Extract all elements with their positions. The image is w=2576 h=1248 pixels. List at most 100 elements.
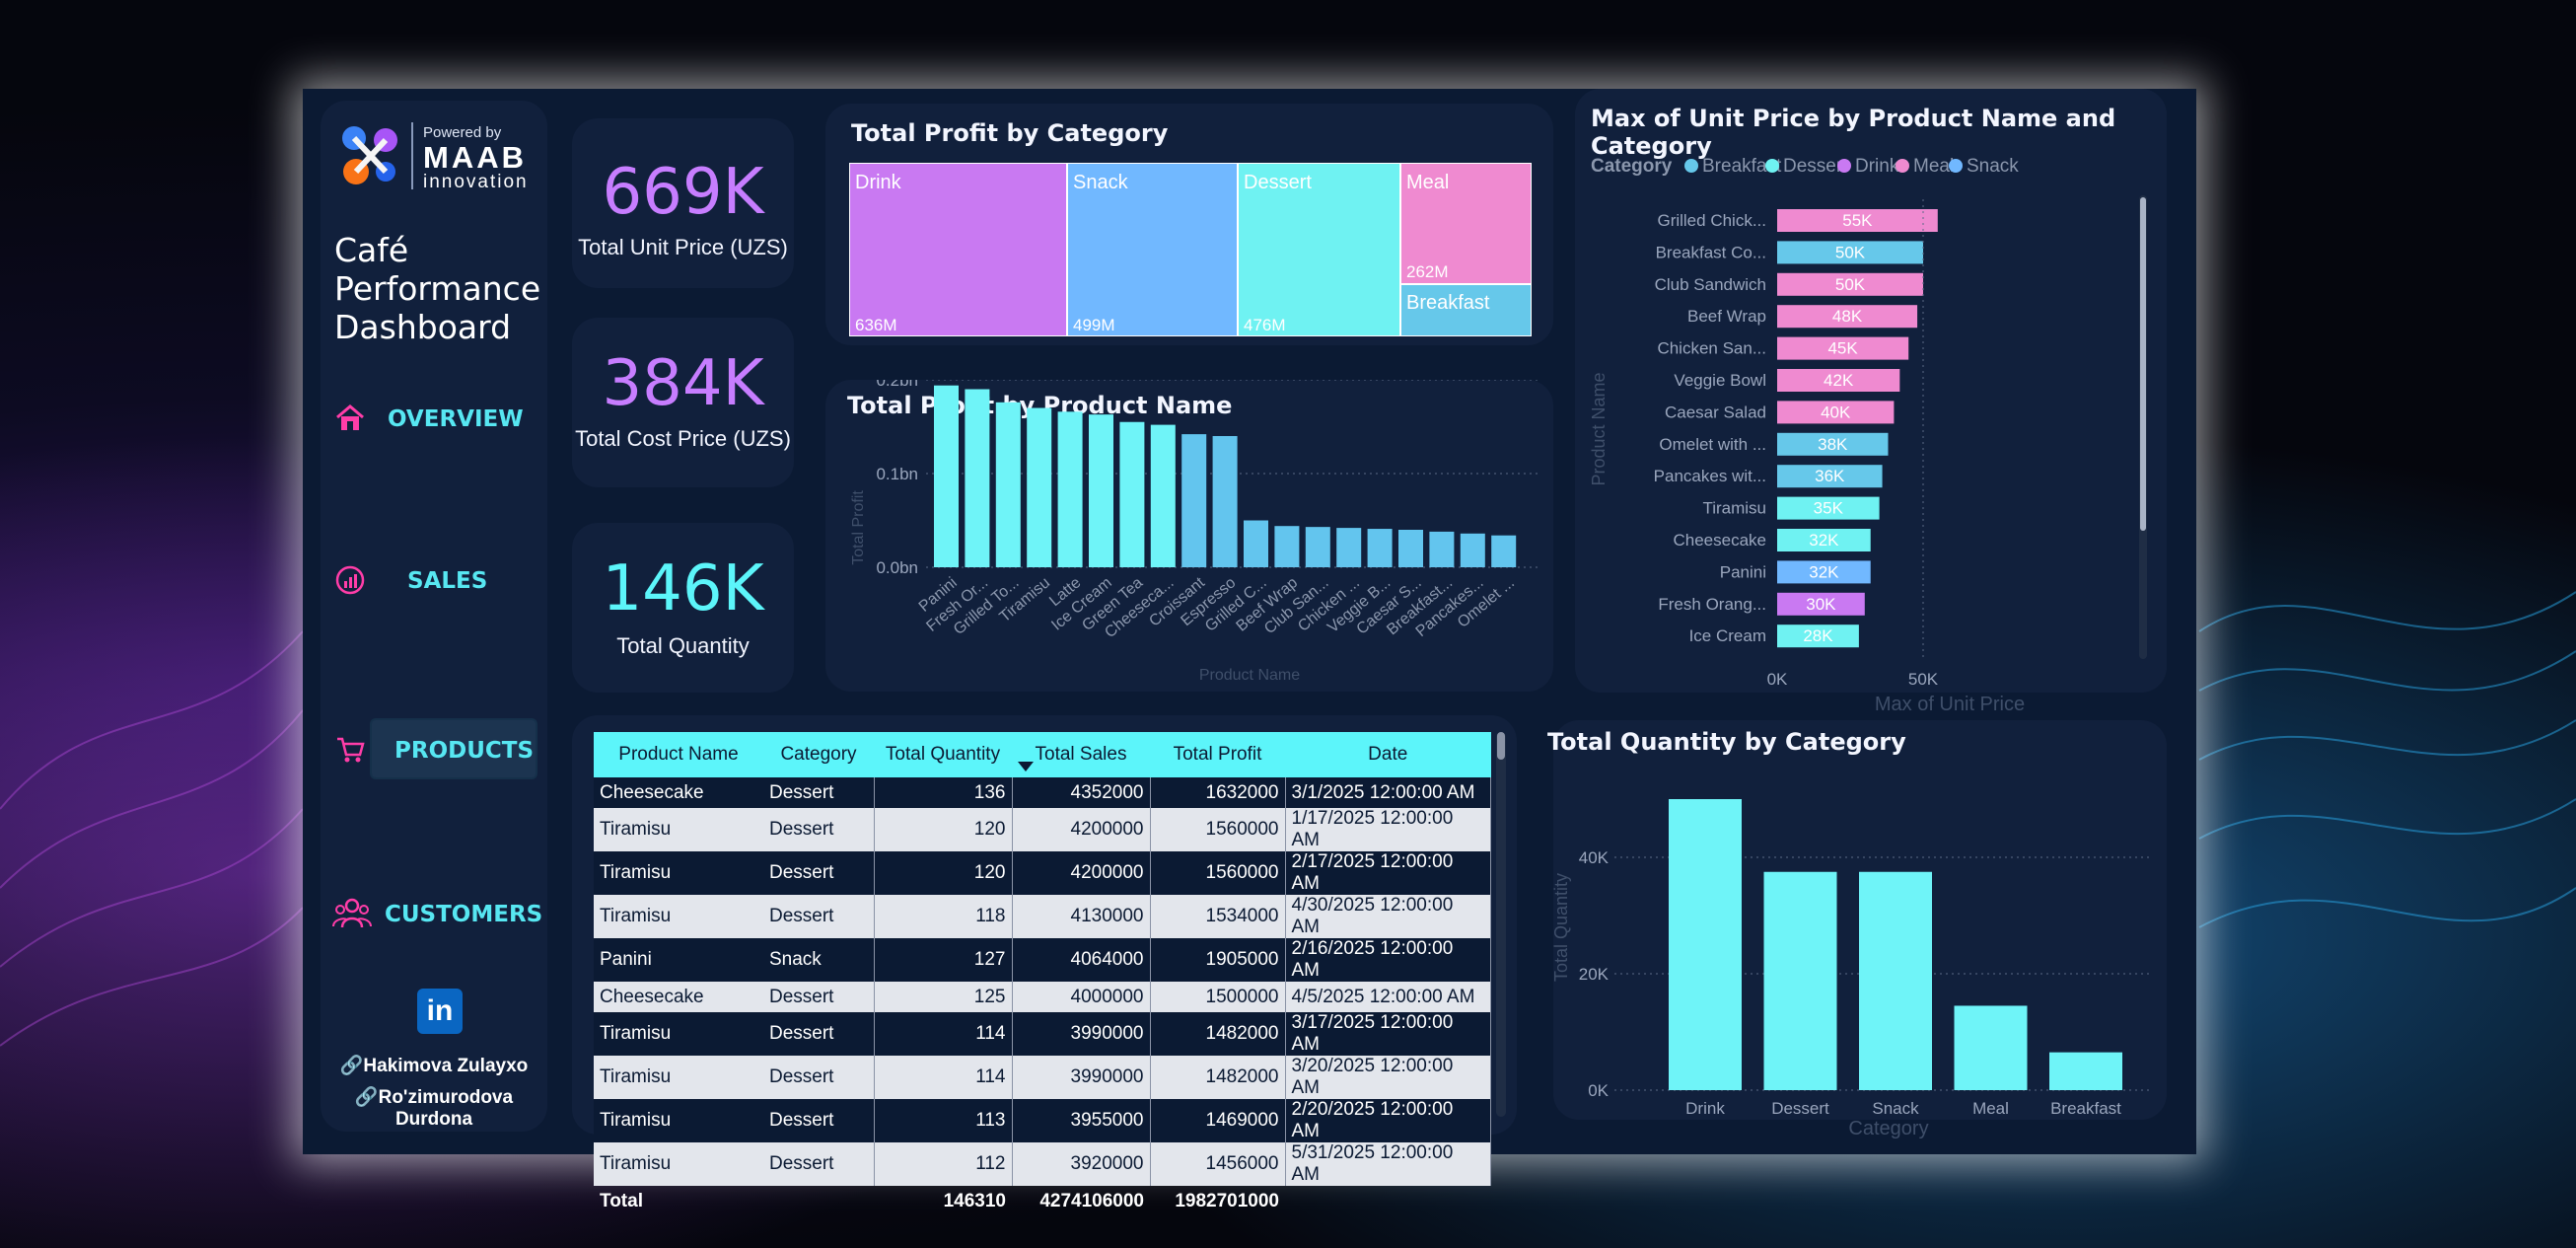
legend-item[interactable]: Meal: [1913, 156, 1954, 177]
cart-icon: [337, 737, 365, 763]
author-link[interactable]: 🔗Hakimova Zulayxo: [321, 1054, 547, 1077]
treemap-tile-dessert[interactable]: Dessert 476M: [1237, 163, 1401, 336]
data-label: 35K: [1814, 499, 1844, 518]
data-label: 38K: [1818, 435, 1848, 454]
table-cell: 1482000: [1150, 1056, 1286, 1099]
kpi-value: 146K: [602, 552, 764, 625]
bar[interactable]: [1305, 527, 1330, 567]
bar[interactable]: [1027, 407, 1052, 568]
chart-scrollbar-thumb[interactable]: [2140, 197, 2146, 531]
x-axis-label: Max of Unit Price: [1875, 694, 2025, 715]
table-cell: 1500000: [1150, 982, 1286, 1012]
table-cell: 2/20/2025 12:00:00 AM: [1285, 1099, 1491, 1142]
bar[interactable]: [1398, 530, 1423, 567]
table-cell: 3/1/2025 12:00:00 AM: [1285, 777, 1491, 808]
bar[interactable]: [1367, 529, 1393, 567]
table-row[interactable]: Tiramisu Dessert 112 3920000 1456000 5/31/202…: [594, 1142, 1491, 1186]
y-tick-label: 0K: [1588, 1081, 1609, 1100]
treemap-tile-breakfast[interactable]: Breakfast: [1399, 283, 1532, 336]
total-cell: [763, 1186, 874, 1216]
bar[interactable]: [1954, 1005, 2028, 1090]
table-row[interactable]: Tiramisu Dessert 118 4130000 1534000 4/30/202…: [594, 895, 1491, 938]
table-row[interactable]: Tiramisu Dessert 113 3955000 1469000 2/20/202…: [594, 1099, 1491, 1142]
table-cell: Tiramisu: [594, 1142, 763, 1186]
table-cell: Tiramisu: [594, 1099, 763, 1142]
bar[interactable]: [2049, 1052, 2122, 1090]
table-scrollbar[interactable]: [1496, 732, 1506, 1117]
data-label: 40K: [1821, 403, 1851, 421]
bar[interactable]: [965, 389, 990, 568]
treemap-tile-drink[interactable]: Drink 636M: [849, 163, 1068, 336]
table-cell: 4130000: [1012, 895, 1151, 938]
table-cell: 118: [874, 895, 1013, 938]
treemap-tile-snack[interactable]: Snack 499M: [1066, 163, 1239, 336]
bar[interactable]: [995, 402, 1021, 567]
kpi-label: Total Unit Price (UZS): [578, 235, 788, 259]
y-tick-label: Veggie Bowl: [1674, 371, 1766, 390]
bar[interactable]: [1491, 535, 1517, 567]
scrollbar-thumb[interactable]: [1497, 732, 1505, 760]
table-cell: 1905000: [1150, 938, 1286, 982]
nav-overview[interactable]: OVERVIEW: [321, 397, 547, 442]
table-cell: 125: [874, 982, 1013, 1012]
table-cell: 1456000: [1150, 1142, 1286, 1186]
table-cell: Panini: [594, 938, 763, 982]
bar[interactable]: [1181, 434, 1207, 567]
treemap-tile-meal[interactable]: Meal 262M: [1399, 163, 1532, 285]
table-row[interactable]: Tiramisu Dessert 120 4200000 1560000 1/17/202…: [594, 808, 1491, 851]
table-row[interactable]: Cheesecake Dessert 125 4000000 1500000 4/5/20…: [594, 982, 1491, 1012]
table-row[interactable]: Tiramisu Dessert 120 4200000 1560000 2/17/202…: [594, 851, 1491, 895]
legend-item[interactable]: Snack: [1967, 156, 2019, 177]
table-row[interactable]: Tiramisu Dessert 114 3990000 1482000 3/20/202…: [594, 1056, 1491, 1099]
bar[interactable]: [1089, 414, 1113, 567]
table-cell: 120: [874, 851, 1013, 895]
tile-label: Meal: [1406, 172, 1449, 193]
profit-by-product-chart: 0.2bn0.1bn0.0bnPaniniFresh Or...Grilled …: [850, 380, 1538, 684]
table-row[interactable]: Cheesecake Dessert 136 4352000 1632000 3/1/20…: [594, 777, 1491, 808]
data-label: 36K: [1815, 467, 1845, 485]
kpi-card-unit-price: 669K Total Unit Price (UZS): [572, 118, 794, 288]
table-cell: 3955000: [1012, 1099, 1151, 1142]
legend-item[interactable]: Drink: [1855, 156, 1899, 177]
bar[interactable]: [1336, 528, 1362, 567]
bar[interactable]: [1119, 421, 1145, 567]
treemap-panel: Total Profit by Category Drink 636M Snac…: [825, 104, 1553, 345]
y-tick-label: Tiramisu: [1702, 499, 1766, 518]
table-row[interactable]: Panini Snack 127 4064000 1905000 2/16/2025 12…: [594, 938, 1491, 982]
author-link[interactable]: 🔗Ro'zimurodova Durdona: [321, 1085, 547, 1131]
bar[interactable]: [1460, 533, 1485, 567]
nav-customers[interactable]: CUSTOMERS: [321, 892, 547, 937]
bar[interactable]: [1150, 424, 1176, 567]
bar[interactable]: [1212, 436, 1238, 567]
column-header[interactable]: Date: [1285, 732, 1491, 777]
nav-products[interactable]: PRODUCTS: [321, 720, 547, 779]
bar[interactable]: [1429, 531, 1455, 567]
title-line: Dashboard: [334, 308, 512, 346]
table-cell: 5/31/2025 12:00:00 AM: [1285, 1142, 1491, 1186]
table-cell: Cheesecake: [594, 982, 763, 1012]
column-header[interactable]: Product Name: [594, 732, 763, 777]
qty-by-category-panel: Total Quantity by Category 40K 20K 0K Drink…: [1547, 720, 2167, 1139]
y-tick-label: Omelet with ...: [1659, 435, 1766, 454]
sort-descending-icon[interactable]: [1018, 762, 1034, 771]
bar[interactable]: [1057, 411, 1083, 567]
kpi-label: Total Quantity: [616, 633, 750, 658]
column-header[interactable]: Total Profit: [1150, 732, 1285, 777]
bar[interactable]: [1669, 799, 1742, 1090]
bar[interactable]: [1763, 871, 1837, 1090]
bar[interactable]: [934, 385, 959, 567]
table-cell: 3920000: [1012, 1142, 1151, 1186]
table-cell: 3/20/2025 12:00:00 AM: [1285, 1056, 1491, 1099]
bar[interactable]: [1274, 526, 1300, 567]
column-header[interactable]: Total Quantity: [874, 732, 1012, 777]
table-cell: Dessert: [763, 777, 875, 808]
nav-sales[interactable]: SALES: [321, 556, 547, 602]
column-header[interactable]: Category: [763, 732, 874, 777]
table-cell: Tiramisu: [594, 895, 763, 938]
table-row[interactable]: Tiramisu Dessert 114 3990000 1482000 3/17/202…: [594, 1012, 1491, 1056]
bar[interactable]: [1859, 871, 1932, 1090]
y-tick-label: Cheesecake: [1673, 531, 1766, 550]
linkedin-icon[interactable]: in: [417, 989, 463, 1034]
bar[interactable]: [1244, 520, 1268, 568]
kpi-value: 384K: [602, 347, 764, 420]
